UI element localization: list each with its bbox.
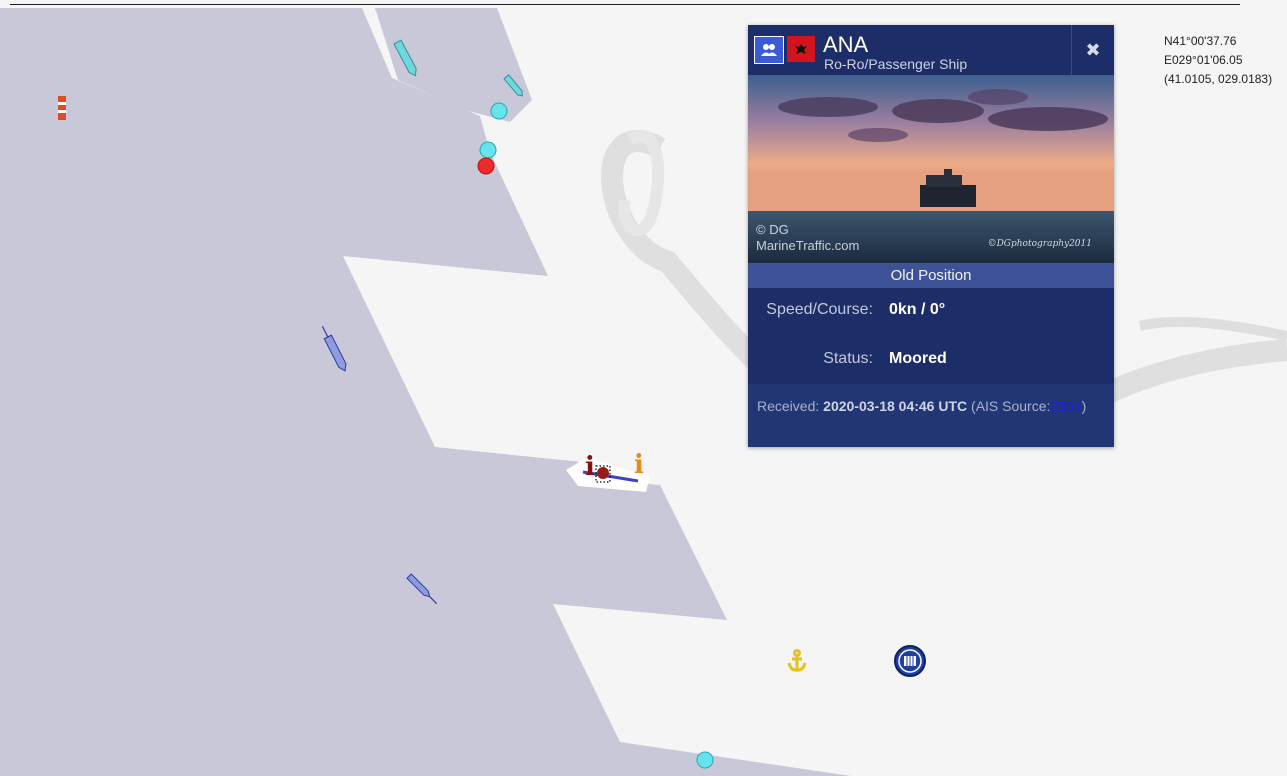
vessel-dot[interactable]: [696, 751, 714, 769]
info-icon[interactable]: i: [634, 450, 644, 480]
received-timestamp: 2020-03-18 04:46 UTC: [823, 398, 968, 414]
popup-header: ANA Ro-Ro/Passenger Ship ✖: [748, 25, 1114, 75]
vessel-photo[interactable]: © DG MarineTraffic.com ©DGphotography201…: [748, 75, 1114, 263]
vessel-type: Ro-Ro/Passenger Ship: [824, 56, 968, 72]
longitude-text: E029°01'06.05: [1164, 53, 1243, 67]
port-icon[interactable]: [894, 645, 926, 677]
status-value: Moored: [889, 350, 947, 367]
speed-course-label: Speed/Course:: [766, 301, 873, 318]
latitude-text: N41°00'37.76: [1164, 34, 1237, 48]
speed-course-value: 0kn / 0°: [889, 301, 946, 318]
coordinates-readout: N41°00'37.76 E029°01'06.05 (41.0105, 029…: [1164, 32, 1272, 89]
position-status-bar: Old Position: [748, 263, 1114, 288]
vessel-dot[interactable]: [490, 102, 508, 120]
top-border: [10, 4, 1240, 5]
passenger-type-icon: [754, 36, 784, 64]
albania-flag-icon: [787, 36, 815, 62]
received-text: Received: 2020-03-18 04:46 UTC (AIS Sour…: [757, 398, 1087, 414]
photo-credit: © DG MarineTraffic.com: [756, 222, 860, 253]
vessel-dot-alert[interactable]: [477, 157, 495, 175]
lighthouse-icon[interactable]: [58, 96, 66, 120]
decimal-coordinates-text: (41.0105, 029.0183): [1164, 72, 1273, 86]
vessel-popup: ANA Ro-Ro/Passenger Ship ✖ © DG MarineTr…: [748, 25, 1114, 447]
received-section: Received: 2020-03-18 04:46 UTC (AIS Sour…: [748, 384, 1114, 447]
vessel-dot[interactable]: [479, 141, 497, 159]
vessel-name[interactable]: ANA: [823, 32, 868, 58]
ais-source-link[interactable]: 2855: [1050, 398, 1081, 414]
close-button[interactable]: ✖: [1071, 25, 1114, 75]
info-icon[interactable]: i: [585, 452, 595, 482]
photo-signature: ©DGphotography2011: [987, 239, 1092, 249]
status-label: Status:: [823, 350, 873, 367]
